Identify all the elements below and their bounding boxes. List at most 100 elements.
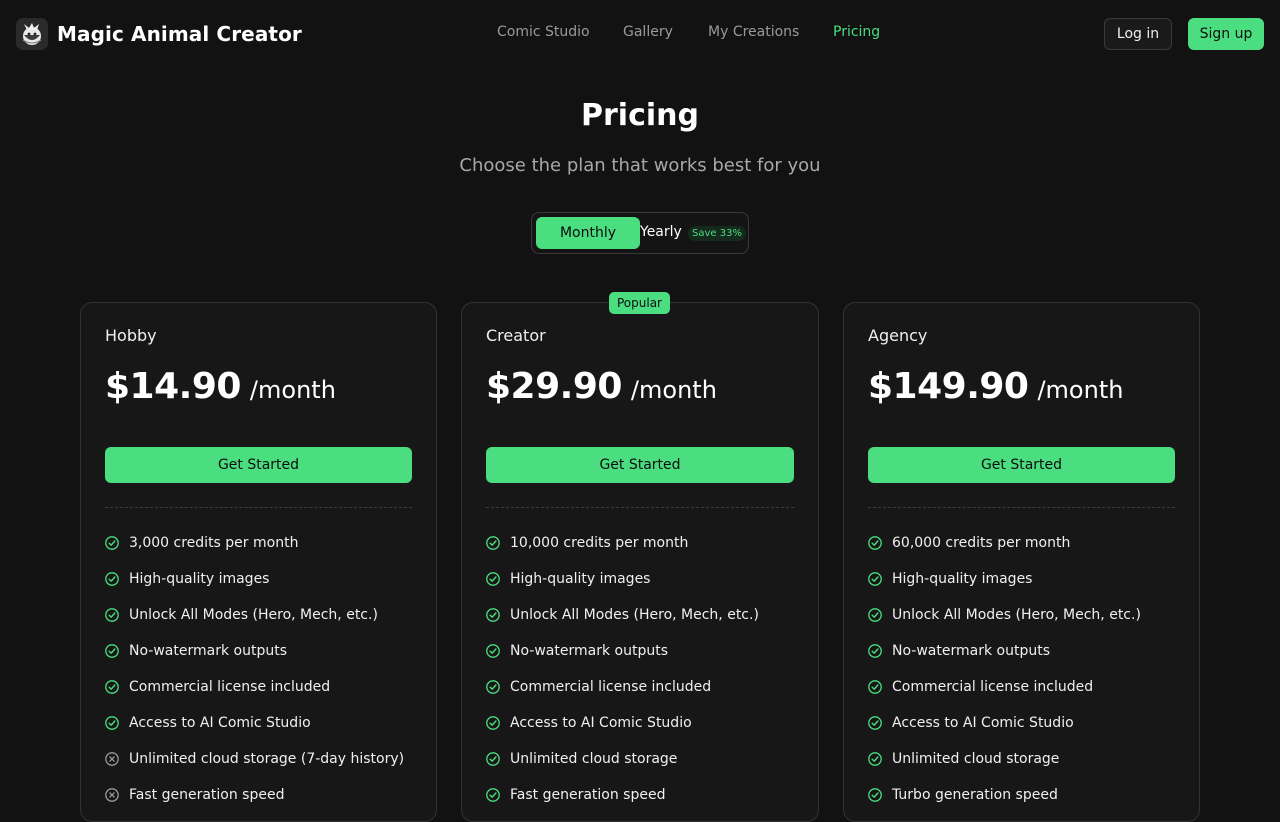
check-circle-icon	[868, 644, 882, 658]
feature-item: 3,000 credits per month	[105, 525, 404, 561]
check-circle-icon	[486, 752, 500, 766]
feature-text: Fast generation speed	[129, 787, 285, 803]
page-title: Pricing	[581, 98, 699, 133]
feature-item: 60,000 credits per month	[868, 525, 1141, 561]
divider	[868, 507, 1175, 508]
monthly-option[interactable]: Monthly	[536, 217, 640, 249]
feature-item: Commercial license included	[868, 669, 1141, 705]
feature-text: No-watermark outputs	[892, 643, 1050, 659]
plan-name: Hobby	[105, 326, 157, 345]
feature-text: Access to AI Comic Studio	[129, 715, 311, 731]
check-circle-icon	[868, 608, 882, 622]
feature-text: Unlock All Modes (Hero, Mech, etc.)	[892, 607, 1141, 623]
nav-pricing[interactable]: Pricing	[833, 24, 880, 40]
feature-item: Fast generation speed	[486, 777, 759, 813]
get-started-button[interactable]: Get Started	[105, 447, 412, 483]
feature-item: Access to AI Comic Studio	[486, 705, 759, 741]
feature-text: Unlock All Modes (Hero, Mech, etc.)	[510, 607, 759, 623]
price-row: $149.90 /month	[868, 366, 1123, 407]
plan-price: $149.90	[868, 366, 1029, 407]
price-row: $14.90 /month	[105, 366, 336, 407]
feature-text: High-quality images	[129, 571, 270, 587]
get-started-button[interactable]: Get Started	[868, 447, 1175, 483]
billing-toggle: Monthly Yearly Save 33%	[531, 212, 749, 254]
dragon-logo-icon	[16, 18, 48, 50]
feature-text: Unlimited cloud storage (7-day history)	[129, 751, 405, 767]
feature-text: Unlock All Modes (Hero, Mech, etc.)	[129, 607, 378, 623]
check-circle-icon	[486, 680, 500, 694]
feature-text: High-quality images	[892, 571, 1033, 587]
plan-period: /month	[630, 376, 717, 404]
plan-card-creator: Popular Creator $29.90 /month Get Starte…	[461, 292, 819, 822]
feature-text: No-watermark outputs	[510, 643, 668, 659]
feature-text: Unlimited cloud storage	[510, 751, 678, 767]
feature-item: Unlimited cloud storage	[868, 741, 1141, 777]
feature-item: High-quality images	[868, 561, 1141, 597]
feature-item: Turbo generation speed	[868, 777, 1141, 813]
check-circle-icon	[486, 644, 500, 658]
check-circle-icon	[486, 572, 500, 586]
brand-link[interactable]: Magic Animal Creator	[16, 17, 302, 51]
check-circle-icon	[486, 536, 500, 550]
login-button[interactable]: Log in	[1104, 18, 1172, 50]
plan-period: /month	[249, 376, 336, 404]
check-circle-icon	[868, 572, 882, 586]
feature-item: Unlock All Modes (Hero, Mech, etc.)	[105, 597, 404, 633]
feature-text: Turbo generation speed	[892, 787, 1058, 803]
feature-item: Unlock All Modes (Hero, Mech, etc.)	[486, 597, 759, 633]
price-row: $29.90 /month	[486, 366, 717, 407]
feature-item: No-watermark outputs	[105, 633, 404, 669]
feature-list: 10,000 credits per month High-quality ima…	[486, 525, 759, 813]
plan-price: $14.90	[105, 366, 241, 407]
feature-text: Fast generation speed	[510, 787, 666, 803]
feature-item: Access to AI Comic Studio	[868, 705, 1141, 741]
plan-card-agency: Agency $149.90 /month Get Started 60,000…	[843, 302, 1200, 822]
main-nav: Comic Studio Gallery My Creations Pricin…	[497, 24, 880, 40]
feature-text: High-quality images	[510, 571, 651, 587]
get-started-button[interactable]: Get Started	[486, 447, 794, 483]
page-subtitle: Choose the plan that works best for you	[459, 155, 821, 176]
feature-list: 3,000 credits per month High-quality imag…	[105, 525, 404, 813]
feature-list: 60,000 credits per month High-quality ima…	[868, 525, 1141, 813]
feature-item: High-quality images	[486, 561, 759, 597]
check-circle-icon	[868, 716, 882, 730]
brand-name: Magic Animal Creator	[57, 22, 302, 46]
feature-text: 10,000 credits per month	[510, 535, 689, 551]
nav-gallery[interactable]: Gallery	[623, 24, 708, 40]
nav-my-creations[interactable]: My Creations	[708, 24, 833, 40]
feature-item: Fast generation speed	[105, 777, 404, 813]
check-circle-icon	[868, 536, 882, 550]
feature-text: 3,000 credits per month	[129, 535, 299, 551]
feature-item: Unlimited cloud storage	[486, 741, 759, 777]
site-header: Magic Animal Creator Comic Studio Galler…	[0, 0, 1280, 68]
check-circle-icon	[486, 716, 500, 730]
feature-item: Unlock All Modes (Hero, Mech, etc.)	[868, 597, 1141, 633]
check-circle-icon	[105, 536, 119, 550]
plan-name: Creator	[486, 326, 546, 345]
feature-text: Access to AI Comic Studio	[510, 715, 692, 731]
feature-item: 10,000 credits per month	[486, 525, 759, 561]
divider	[486, 507, 794, 508]
check-circle-icon	[868, 752, 882, 766]
feature-text: Commercial license included	[510, 679, 712, 695]
feature-text: Unlimited cloud storage	[892, 751, 1060, 767]
feature-item: High-quality images	[105, 561, 404, 597]
yearly-option[interactable]: Yearly	[640, 224, 682, 240]
feature-text: Access to AI Comic Studio	[892, 715, 1074, 731]
check-circle-icon	[105, 716, 119, 730]
x-circle-icon	[105, 752, 119, 766]
nav-comic-studio[interactable]: Comic Studio	[497, 24, 623, 40]
plan-period: /month	[1037, 376, 1124, 404]
feature-item: Access to AI Comic Studio	[105, 705, 404, 741]
save-badge: Save 33%	[688, 226, 746, 241]
check-circle-icon	[105, 608, 119, 622]
feature-text: 60,000 credits per month	[892, 535, 1071, 551]
check-circle-icon	[105, 572, 119, 586]
feature-text: Commercial license included	[892, 679, 1094, 695]
feature-item: Unlimited cloud storage (7-day history)	[105, 741, 404, 777]
feature-item: Commercial license included	[486, 669, 759, 705]
feature-item: No-watermark outputs	[486, 633, 759, 669]
plan-price: $29.90	[486, 366, 622, 407]
signup-button[interactable]: Sign up	[1188, 18, 1264, 50]
feature-text: Commercial license included	[129, 679, 331, 695]
